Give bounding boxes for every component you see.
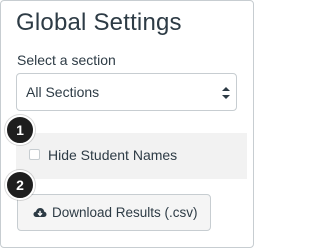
download-icon <box>33 208 47 217</box>
hide-student-names-row: Hide Student Names <box>16 133 247 179</box>
section-select-value: All Sections <box>26 84 100 100</box>
global-settings-panel: Global Settings Select a section All Sec… <box>0 0 254 248</box>
download-results-button[interactable]: Download Results (.csv) <box>17 194 211 231</box>
page-title: Global Settings <box>16 9 182 36</box>
section-select[interactable]: All Sections <box>16 73 237 111</box>
select-arrows-icon <box>222 87 230 99</box>
hide-student-names-checkbox[interactable] <box>29 149 40 160</box>
callout-badge-2: 2 <box>5 170 35 200</box>
callout-badge-1: 1 <box>5 115 35 145</box>
hide-student-names-label[interactable]: Hide Student Names <box>48 147 177 163</box>
section-select-label: Select a section <box>17 52 116 68</box>
download-results-label: Download Results (.csv) <box>52 205 198 220</box>
